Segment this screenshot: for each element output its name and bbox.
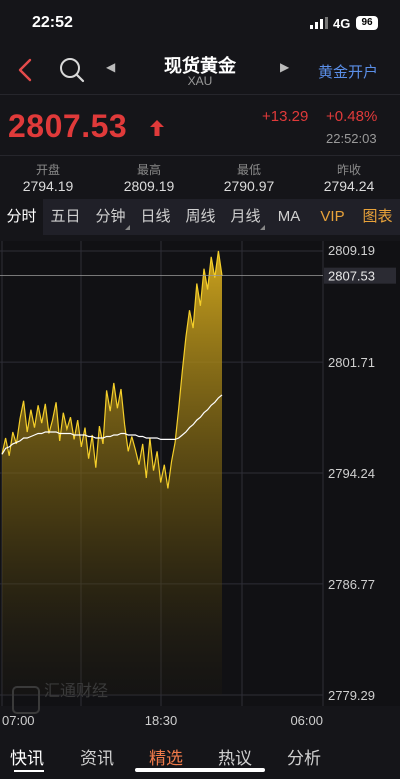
stat-open-label: 开盘 (35, 163, 60, 177)
bottom-nav-news[interactable]: 资讯 (80, 744, 114, 769)
tab-chart-tools[interactable]: 图表 (355, 199, 400, 235)
triangle-right-icon: ▶ (280, 60, 290, 74)
tab-daily[interactable]: 日线 (133, 199, 178, 235)
stat-high-value: 2809.19 (123, 178, 175, 194)
signal-icon (310, 17, 328, 29)
bottom-nav-flash[interactable]: 快讯 (10, 744, 44, 769)
active-indicator (14, 770, 44, 772)
home-indicator (135, 768, 265, 772)
search-button[interactable] (58, 56, 86, 84)
current-price-tag: 2807.53 (328, 269, 375, 284)
price-change: +13.29 (262, 108, 309, 125)
y-tick-label: 2809.19 (328, 243, 375, 258)
tab-monthly-label: 月线 (230, 208, 261, 225)
open-account-link[interactable]: 黄金开户 (318, 61, 378, 82)
tab-intraday[interactable]: 分时 (0, 199, 43, 235)
tab-minute-label: 分钟 (95, 208, 126, 225)
stat-low-label: 最低 (236, 163, 261, 177)
stat-open-value: 2794.19 (22, 178, 74, 194)
search-icon (60, 58, 85, 83)
bottom-nav-analysis[interactable]: 分析 (287, 744, 321, 769)
next-symbol-button[interactable]: ▶ (280, 60, 289, 74)
triangle-left-icon: ◀ (106, 60, 116, 74)
dropdown-corner-icon (260, 225, 265, 230)
network-type: 4G (333, 16, 351, 31)
prev-symbol-button[interactable]: ◀ (106, 60, 115, 74)
watermark-logo-icon (12, 686, 40, 714)
stat-prev-close-label: 昨收 (336, 163, 361, 177)
divider (0, 94, 400, 95)
tab-five-day[interactable]: 五日 (43, 199, 88, 235)
watermark: 汇通财经 (44, 683, 109, 700)
current-price: 2807.53 (8, 108, 128, 144)
status-time: 22:52 (32, 14, 73, 31)
bottom-nav-discussion[interactable]: 热议 (218, 744, 252, 769)
x-axis-labels: 07:00 18:30 06:00 (2, 713, 323, 728)
stat-low-value: 2790.97 (223, 178, 275, 194)
back-button[interactable] (12, 56, 40, 84)
intraday-chart[interactable]: 2809.19 2801.71 2794.24 2786.77 2779.29 2807… (0, 235, 400, 736)
tab-weekly[interactable]: 周线 (178, 199, 223, 235)
period-tabs: 分时 五日 分钟 日线 周线 月线 MA VIP 图表 (0, 199, 400, 235)
bottom-nav-featured[interactable]: 精选 (149, 744, 183, 769)
tab-ma[interactable]: MA (268, 199, 310, 235)
tab-vip[interactable]: VIP (310, 199, 355, 235)
y-tick-label: 2794.24 (328, 466, 375, 481)
y-tick-label: 2801.71 (328, 355, 375, 370)
divider (0, 155, 400, 156)
stat-prev-close-value: 2794.24 (323, 178, 375, 194)
quote-time: 22:52:03 (326, 131, 377, 146)
dropdown-corner-icon (125, 225, 130, 230)
y-tick-label: 2786.77 (328, 577, 375, 592)
battery-icon: 96 (356, 16, 378, 30)
x-tick-label: 07:00 (2, 713, 35, 728)
bottom-nav (0, 736, 400, 779)
arrow-up-icon (150, 120, 164, 136)
tab-monthly[interactable]: 月线 (223, 199, 268, 235)
price-change-percent: +0.48% (326, 108, 378, 125)
back-arrow-icon (18, 58, 32, 82)
tab-minute[interactable]: 分钟 (88, 199, 133, 235)
x-tick-label: 06:00 (290, 713, 323, 728)
stat-high-label: 最高 (136, 163, 161, 177)
x-tick-label: 18:30 (145, 713, 178, 728)
y-tick-label: 2779.29 (328, 688, 375, 703)
